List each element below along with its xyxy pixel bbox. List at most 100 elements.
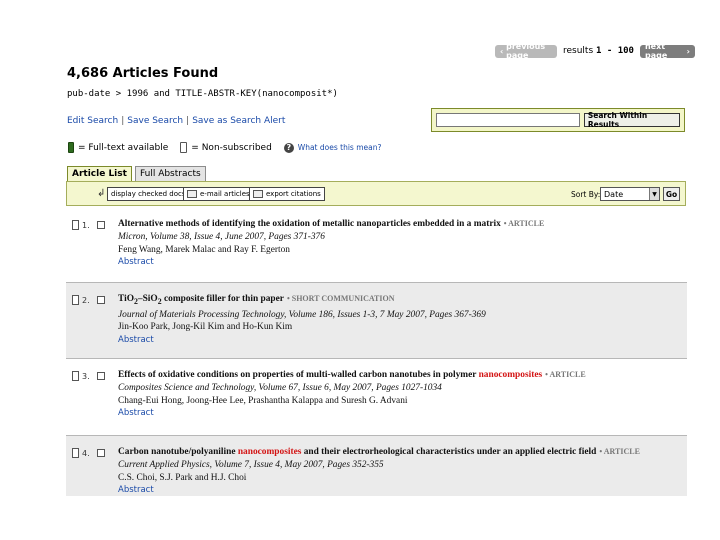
pager: ‹ previous page results 1 - 100 next pag… bbox=[495, 42, 695, 60]
item-number-label: 3. bbox=[82, 371, 90, 381]
item-number: 2. bbox=[72, 295, 105, 305]
article-authors: Chang-Eui Hong, Joong-Hee Lee, Prashanth… bbox=[118, 395, 408, 406]
search-links: Edit Search | Save Search | Save as Search A… bbox=[67, 116, 285, 126]
abstract-link[interactable]: Abstract bbox=[118, 334, 683, 347]
list-item: 4. Carbon nanotube/polyaniline nanocompo… bbox=[66, 436, 687, 496]
display-checked-docs-button[interactable]: display checked docs bbox=[107, 187, 190, 201]
search-within-input[interactable] bbox=[436, 113, 580, 127]
chevron-down-icon: ▼ bbox=[649, 188, 659, 200]
title-text: Carbon nanotube/polyaniline bbox=[118, 447, 238, 457]
sort-select-value: Date bbox=[604, 189, 624, 199]
article-title[interactable]: Alternative methods of identifying the o… bbox=[118, 218, 683, 231]
select-checkbox[interactable] bbox=[96, 449, 105, 457]
item-number-label: 1. bbox=[82, 220, 90, 230]
abstract-link[interactable]: Abstract bbox=[118, 407, 683, 420]
search-term-highlight: nanocomposites bbox=[237, 447, 302, 457]
title-text: Alternative methods of identifying the o… bbox=[118, 219, 501, 229]
results-toolbar: ↲ display checked docs e-mail articles e… bbox=[66, 181, 686, 206]
non-subscribed-icon bbox=[72, 371, 79, 381]
select-checkbox[interactable] bbox=[96, 221, 105, 229]
title-text: –SiO bbox=[137, 294, 158, 304]
title-text: Effects of oxidative conditions on prope… bbox=[118, 370, 479, 380]
help-icon[interactable]: ? bbox=[283, 142, 294, 153]
envelope-icon bbox=[187, 190, 197, 198]
non-subscribed-label: = Non-subscribed bbox=[191, 142, 272, 153]
results-range: results 1 - 100 bbox=[563, 46, 634, 56]
article-title[interactable]: Carbon nanotube/polyaniline nanocomposit… bbox=[118, 446, 683, 459]
abstract-link[interactable]: Abstract bbox=[118, 256, 683, 269]
item-number: 1. bbox=[72, 220, 105, 230]
article-source: Current Applied Physics, Volume 7, Issue… bbox=[118, 459, 384, 470]
non-subscribed-icon bbox=[72, 448, 79, 458]
non-subscribed-icon bbox=[72, 220, 79, 230]
result-tabs: Article List Full Abstracts bbox=[67, 166, 206, 181]
list-item: 1. Alternative methods of identifying th… bbox=[66, 208, 687, 283]
previous-page-label: previous page bbox=[506, 42, 546, 60]
edit-search-link[interactable]: Edit Search bbox=[67, 116, 118, 126]
title-text: composite filler for thin paper bbox=[161, 294, 284, 304]
sort-controls: Date ▼ Go bbox=[600, 187, 683, 201]
display-checked-label: display checked docs bbox=[111, 190, 186, 198]
sort-select[interactable]: Date ▼ bbox=[600, 187, 660, 201]
article-source: Composites Science and Technology, Volum… bbox=[118, 382, 442, 393]
list-item: 3. Effects of oxidative conditions on pr… bbox=[66, 359, 687, 436]
title-text: and their electrorheological characteris… bbox=[301, 447, 597, 457]
full-text-label: = Full-text available bbox=[78, 142, 169, 153]
article-type: • SHORT COMMUNICATION bbox=[286, 294, 395, 303]
separator: | bbox=[121, 116, 125, 126]
previous-page-button[interactable]: ‹ previous page bbox=[495, 42, 557, 60]
article-type: • ARTICLE bbox=[503, 219, 545, 228]
abstract-link[interactable]: Abstract bbox=[118, 484, 683, 496]
title-text: TiO bbox=[118, 294, 134, 304]
tab-article-list[interactable]: Article List bbox=[67, 166, 132, 181]
search-query: pub-date > 1996 and TITLE-ABSTR-KEY(nano… bbox=[67, 89, 338, 99]
article-body: Carbon nanotube/polyaniline nanocomposit… bbox=[118, 446, 683, 496]
email-articles-label: e-mail articles bbox=[200, 190, 250, 198]
next-page-label: next page bbox=[644, 42, 668, 60]
sort-by-label: Sort By: bbox=[571, 190, 601, 199]
item-number-label: 4. bbox=[82, 448, 90, 458]
item-number: 4. bbox=[72, 448, 105, 458]
export-icon bbox=[253, 190, 263, 198]
save-search-link[interactable]: Save Search bbox=[127, 116, 183, 126]
list-item: 2. TiO2–SiO2 composite filler for thin p… bbox=[66, 283, 687, 359]
save-alert-link[interactable]: Save as Search Alert bbox=[192, 116, 285, 126]
next-page-button[interactable]: next page › bbox=[639, 42, 695, 60]
article-type: • ARTICLE bbox=[599, 447, 640, 456]
article-body: TiO2–SiO2 composite filler for thin pape… bbox=[118, 293, 683, 347]
select-checkbox[interactable] bbox=[96, 372, 105, 380]
results-range-value: 1 - 100 bbox=[596, 46, 634, 56]
results-count-title: 4,686 Articles Found bbox=[67, 66, 219, 81]
article-type: • ARTICLE bbox=[545, 370, 586, 379]
non-subscribed-icon bbox=[72, 295, 79, 305]
results-label: results bbox=[563, 46, 594, 56]
article-title[interactable]: TiO2–SiO2 composite filler for thin pape… bbox=[118, 293, 683, 309]
corner-arrow-icon: ↲ bbox=[97, 188, 106, 199]
help-link[interactable]: What does this mean? bbox=[298, 143, 382, 152]
select-checkbox[interactable] bbox=[96, 296, 105, 304]
article-authors: Jin-Koo Park, Jong-Kil Kim and Ho-Kun Ki… bbox=[118, 322, 293, 333]
full-text-icon bbox=[68, 142, 74, 153]
article-source: Micron, Volume 38, Issue 4, June 2007, P… bbox=[118, 231, 325, 242]
article-source: Journal of Materials Processing Technolo… bbox=[118, 309, 486, 320]
search-within-panel: Search Within Results bbox=[431, 108, 685, 132]
article-authors: C.S. Choi, S.J. Park and H.J. Choi bbox=[118, 472, 247, 483]
article-title[interactable]: Effects of oxidative conditions on prope… bbox=[118, 369, 683, 382]
tab-full-abstracts[interactable]: Full Abstracts bbox=[134, 166, 206, 181]
item-number: 3. bbox=[72, 371, 105, 381]
search-results-page: ‹ previous page results 1 - 100 next pag… bbox=[0, 0, 720, 540]
email-articles-button[interactable]: e-mail articles bbox=[183, 187, 254, 201]
article-body: Alternative methods of identifying the o… bbox=[118, 218, 683, 269]
search-term-highlight: nanocomposites bbox=[478, 370, 543, 380]
article-body: Effects of oxidative conditions on prope… bbox=[118, 369, 683, 420]
separator: | bbox=[186, 116, 190, 126]
item-number-label: 2. bbox=[82, 295, 90, 305]
export-citations-button[interactable]: export citations bbox=[249, 187, 325, 201]
search-within-button[interactable]: Search Within Results bbox=[583, 111, 680, 129]
export-citations-label: export citations bbox=[266, 190, 321, 198]
access-legend: = Full-text available = Non-subscribed ?… bbox=[68, 142, 381, 153]
article-list: 1. Alternative methods of identifying th… bbox=[66, 208, 687, 496]
sort-go-button[interactable]: Go bbox=[663, 187, 680, 201]
article-authors: Feng Wang, Marek Malac and Ray F. Egerto… bbox=[118, 244, 290, 255]
non-subscribed-icon bbox=[180, 142, 188, 153]
